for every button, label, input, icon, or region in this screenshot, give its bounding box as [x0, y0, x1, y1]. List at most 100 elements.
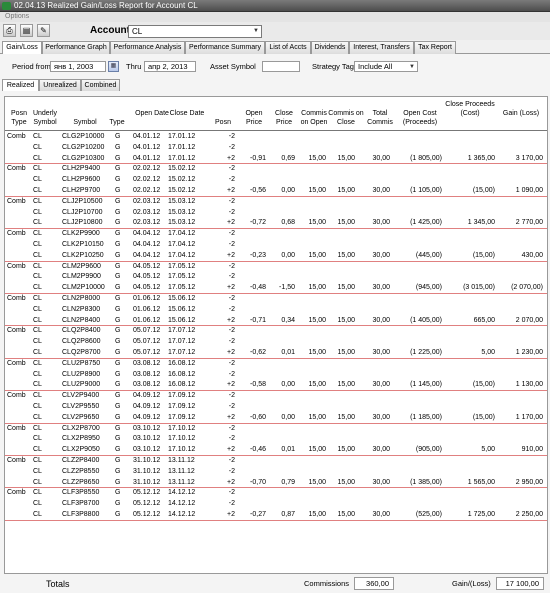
- account-select[interactable]: CL ▼: [128, 25, 262, 38]
- cell-od: 03.10.12: [133, 446, 161, 454]
- period-from-field[interactable]: янв 1, 2003: [50, 61, 106, 72]
- subtab-combined[interactable]: Combined: [81, 79, 120, 91]
- asset-symbol-input[interactable]: [262, 61, 300, 72]
- cell-cd: 16.08.12: [168, 370, 196, 378]
- col-commis-on-open[interactable]: Commis on Open: [298, 109, 330, 127]
- col-open-cost[interactable]: Open Cost (Proceeds): [395, 109, 445, 127]
- cell-g: 2 070,00: [515, 316, 543, 324]
- cell-sym: CLV2P9650: [62, 413, 100, 421]
- save-report-icon[interactable]: ✎: [37, 24, 50, 37]
- cell-od: 04.09.12: [133, 403, 161, 410]
- cell-cp: 0,69: [281, 154, 295, 162]
- tab-list-of-accts[interactable]: List of Accts: [265, 41, 311, 54]
- cell-t: G: [115, 165, 121, 173]
- table-row[interactable]: CL CLN2P8400 G 01.06.12 15.06.12 +2 -0,71 0,34 1…: [5, 316, 547, 327]
- table-row[interactable]: CL CLF3P8800 G 05.12.12 14.12.12 +2 -0,27 0,87 1…: [5, 510, 547, 521]
- table-row[interactable]: CL CLM2P9900 G 04.05.12 17.05.12 -2: [5, 272, 547, 283]
- table-row[interactable]: CL CLQ2P8700 G 05.07.12 17.07.12 +2 -0,62 0,01 1…: [5, 348, 547, 359]
- cell-t: G: [115, 446, 121, 454]
- table-row[interactable]: CL CLV2P9550 G 04.09.12 17.09.12 -2: [5, 402, 547, 413]
- tab-performance-summary[interactable]: Performance Summary: [185, 41, 265, 54]
- col-close-price[interactable]: Close Price: [270, 109, 298, 127]
- table-row[interactable]: Comb CL CLZ2P8400 G 31.10.12 13.11.12 -2: [5, 456, 547, 467]
- col-open-date[interactable]: Open Date: [133, 109, 171, 118]
- cell-u: CL: [33, 273, 42, 281]
- table-row[interactable]: CL CLV2P9650 G 04.09.12 17.09.12 +2 -0,60 0,00 1…: [5, 413, 547, 424]
- table-row[interactable]: Comb CL CLH2P9400 G 02.02.12 15.02.12 -2: [5, 164, 547, 175]
- table-row[interactable]: CL CLG2P10300 G 04.01.12 17.01.12 +2 -0,91 0,69…: [5, 154, 547, 165]
- cell-cp: 0,00: [281, 187, 295, 194]
- table-row[interactable]: CL CLG2P10200 G 04.01.12 17.01.12 -2: [5, 143, 547, 154]
- tab-performance-graph[interactable]: Performance Graph: [42, 41, 110, 54]
- print-preview-icon[interactable]: ▤: [20, 24, 33, 37]
- col-commis-on-close[interactable]: Commis on Close: [328, 109, 364, 127]
- tab-gain-loss[interactable]: Gain/Loss: [2, 41, 42, 55]
- cell-p: +2: [227, 187, 235, 194]
- table-row[interactable]: CL CLH2P9700 G 02.02.12 15.02.12 +2 -0,56 0,00 1…: [5, 186, 547, 197]
- tab-tax-report[interactable]: Tax Report: [414, 41, 456, 54]
- col-type[interactable]: Type: [109, 118, 125, 127]
- table-row[interactable]: CL CLM2P10000 G 04.05.12 17.05.12 +2 -0,48 -1,5…: [5, 283, 547, 294]
- table-row[interactable]: CL CLK2P10150 G 04.04.12 17.04.12 -2: [5, 240, 547, 251]
- cell-od: 04.09.12: [133, 392, 161, 400]
- table-row[interactable]: CL CLN2P8300 G 01.06.12 15.06.12 -2: [5, 305, 547, 316]
- table-row[interactable]: CL CLK2P10250 G 04.04.12 17.04.12 +2 -0,23 0,00…: [5, 251, 547, 262]
- cell-od: 04.04.12: [133, 251, 161, 259]
- tab-interest-transfers[interactable]: Interest, Transfers: [349, 41, 414, 54]
- cell-u: CL: [33, 143, 42, 151]
- table-row[interactable]: Comb CL CLF3P8550 G 05.12.12 14.12.12 -2: [5, 488, 547, 499]
- cell-od: 03.10.12: [133, 435, 161, 443]
- col-open-price[interactable]: Open Price: [240, 109, 268, 127]
- tab-dividends[interactable]: Dividends: [311, 41, 349, 54]
- table-row[interactable]: CL CLQ2P8600 G 05.07.12 17.07.12 -2: [5, 337, 547, 348]
- table-row[interactable]: Comb CL CLU2P8750 G 03.08.12 16.08.12 -2: [5, 359, 547, 370]
- cell-cd: 15.06.12: [168, 305, 196, 313]
- col-gain-loss[interactable]: Gain (Loss): [497, 109, 545, 118]
- table-row[interactable]: Comb CL CLK2P9900 G 04.04.12 17.04.12 -2: [5, 229, 547, 240]
- calendar-icon[interactable]: ▦: [108, 61, 119, 72]
- cell-sym: CLN2P8300: [62, 305, 101, 313]
- table-row[interactable]: Comb CL CLM2P9600 G 04.05.12 17.05.12 -2: [5, 262, 547, 273]
- table-row[interactable]: Comb CL CLN2P8000 G 01.06.12 15.06.12 -2: [5, 294, 547, 305]
- table-row[interactable]: CL CLZ2P8550 G 31.10.12 13.11.12 -2: [5, 467, 547, 478]
- table-row[interactable]: Comb CL CLG2P10000 G 04.01.12 17.01.12 -2: [5, 132, 547, 143]
- cell-od: 04.09.12: [133, 413, 161, 421]
- table-row[interactable]: CL CLH2P9600 G 02.02.12 15.02.12 -2: [5, 175, 547, 186]
- cell-op: -0,60: [250, 413, 266, 421]
- table-row[interactable]: Comb CL CLX2P8700 G 03.10.12 17.10.12 -2: [5, 424, 547, 435]
- table-row[interactable]: CL CLX2P9050 G 03.10.12 17.10.12 +2 -0,46 0,01 1…: [5, 445, 547, 456]
- menu-options[interactable]: Options: [5, 13, 29, 20]
- cell-u: CL: [33, 370, 42, 378]
- table-row[interactable]: CL CLJ2P10800 G 02.03.12 15.03.12 +2 -0,72 0,68…: [5, 218, 547, 230]
- table-row[interactable]: CL CLJ2P10700 G 02.03.12 15.03.12 -2: [5, 208, 547, 219]
- cell-u: CL: [33, 284, 42, 292]
- print-icon[interactable]: ⎙: [3, 24, 16, 37]
- thru-date-field[interactable]: апр 2, 2013: [144, 61, 196, 72]
- col-total-commis[interactable]: Total Commis: [365, 109, 395, 127]
- table-row[interactable]: CL CLU2P8900 G 03.08.12 16.08.12 -2: [5, 370, 547, 381]
- table-row[interactable]: Comb CL CLJ2P10500 G 02.03.12 15.03.12 -2: [5, 197, 547, 208]
- col-close-date[interactable]: Close Date: [168, 109, 206, 118]
- gain-loss-table: Posn Type Underly Symbol Symbol Type Ope…: [4, 96, 548, 574]
- col-close-proceeds[interactable]: Close Proceeds (Cost): [445, 100, 495, 118]
- table-row[interactable]: CL CLX2P8950 G 03.10.12 17.10.12 -2: [5, 434, 547, 445]
- table-row[interactable]: CL CLU2P9000 G 03.08.12 16.08.12 +2 -0,58 0,00 1…: [5, 380, 547, 392]
- cell-u: CL: [33, 511, 42, 518]
- col-posn[interactable]: Posn: [209, 118, 237, 127]
- tab-performance-analysis[interactable]: Performance Analysis: [110, 41, 185, 54]
- cell-oc: (1 225,00): [410, 349, 442, 356]
- cell-cd: 15.02.12: [168, 176, 196, 184]
- subtab-realized[interactable]: Realized: [2, 79, 39, 91]
- col-posn-type[interactable]: Posn Type: [7, 109, 31, 127]
- cell-co: 15,00: [308, 478, 326, 486]
- cell-cd: 15.03.12: [168, 208, 196, 216]
- col-underly-symbol[interactable]: Underly Symbol: [32, 109, 58, 127]
- strategy-tag-select[interactable]: Include All ▼: [354, 61, 418, 72]
- table-row[interactable]: CL CLZ2P8650 G 31.10.12 13.11.12 +2 -0,70 0,79 1…: [5, 478, 547, 489]
- cell-op: -0,56: [250, 187, 266, 194]
- table-row[interactable]: Comb CL CLQ2P8400 G 05.07.12 17.07.12 -2: [5, 326, 547, 337]
- col-symbol[interactable]: Symbol: [63, 118, 107, 127]
- table-row[interactable]: CL CLF3P8700 G 05.12.12 14.12.12 -2: [5, 499, 547, 510]
- table-row[interactable]: Comb CL CLV2P9400 G 04.09.12 17.09.12 -2: [5, 391, 547, 402]
- subtab-unrealized[interactable]: Unrealized: [39, 79, 81, 91]
